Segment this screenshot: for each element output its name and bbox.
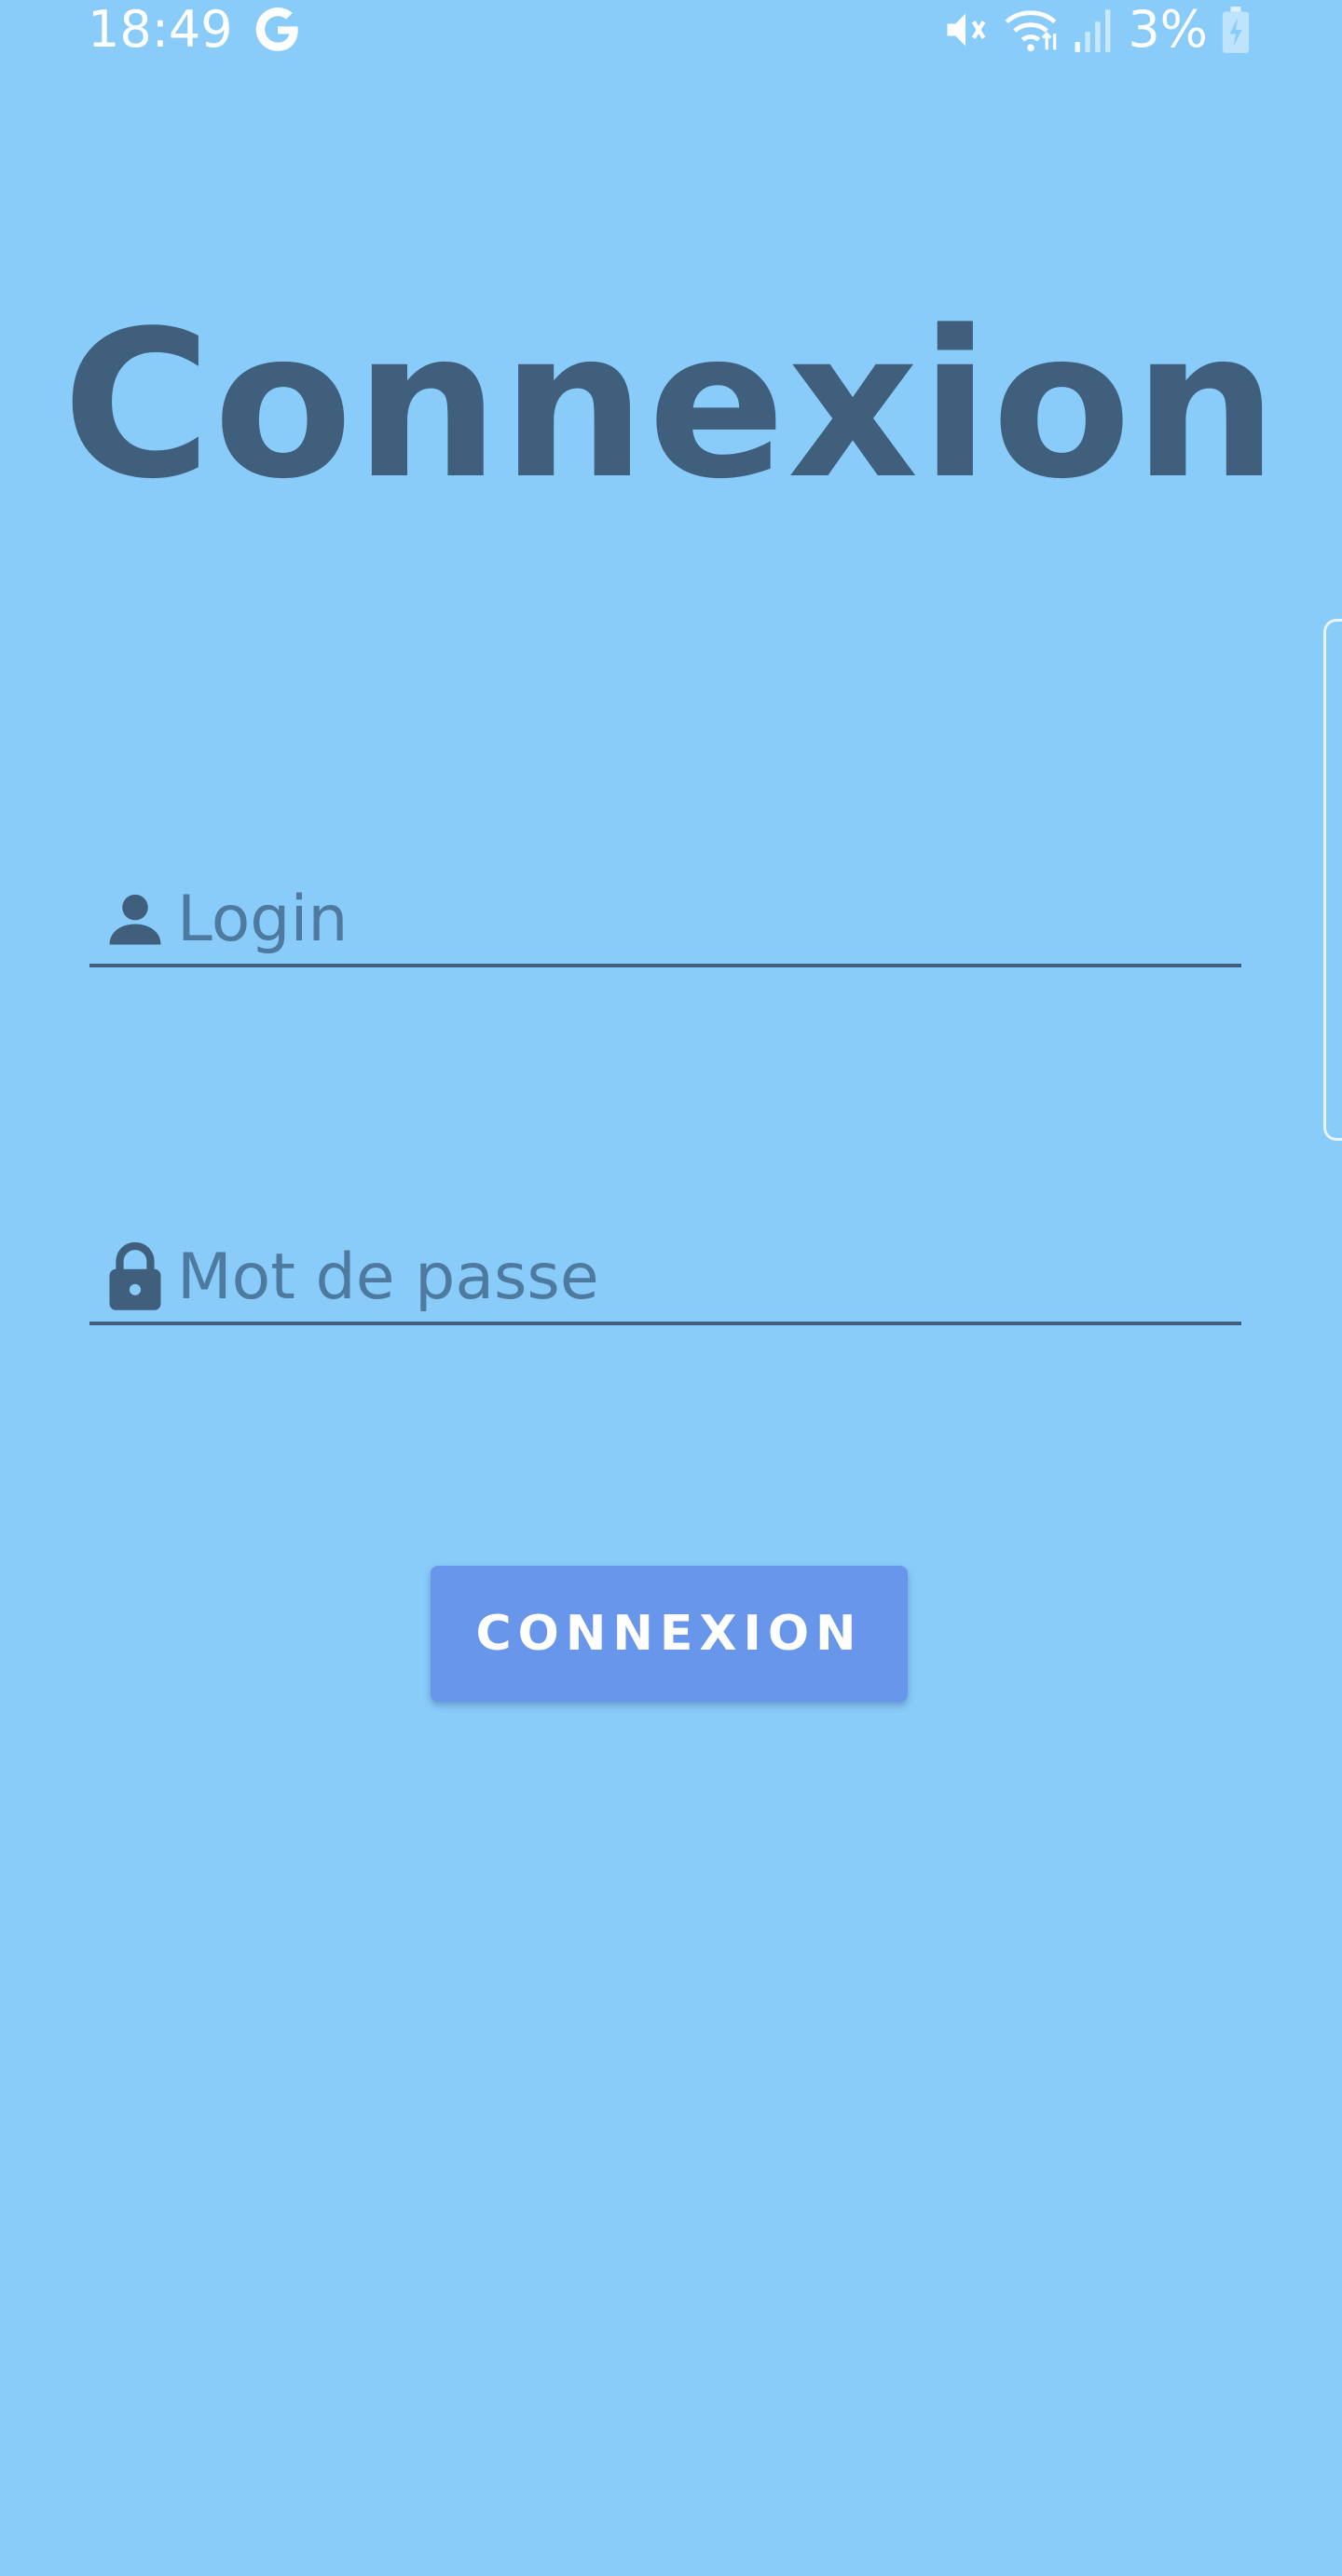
login-field[interactable] [89, 874, 1241, 967]
password-input[interactable] [177, 1235, 1241, 1319]
wifi-icon [1006, 10, 1057, 52]
mute-icon [947, 13, 986, 47]
edge-panel-handle[interactable] [1323, 619, 1342, 1141]
status-bar: 18:49 3% [0, 0, 1342, 60]
lock-icon [101, 1240, 170, 1314]
signal-icon [1075, 9, 1111, 52]
page-title: Connexion [62, 288, 1280, 525]
login-input[interactable] [177, 877, 1241, 961]
status-icons: 3% [941, 0, 1251, 60]
password-field[interactable] [89, 1232, 1241, 1325]
battery-charging-icon [1222, 7, 1250, 53]
status-time: 18:49 [88, 0, 233, 59]
person-icon [101, 882, 170, 956]
google-icon [255, 7, 298, 51]
battery-percent: 3% [1128, 0, 1208, 59]
connexion-button[interactable]: CONNEXION [431, 1566, 908, 1702]
